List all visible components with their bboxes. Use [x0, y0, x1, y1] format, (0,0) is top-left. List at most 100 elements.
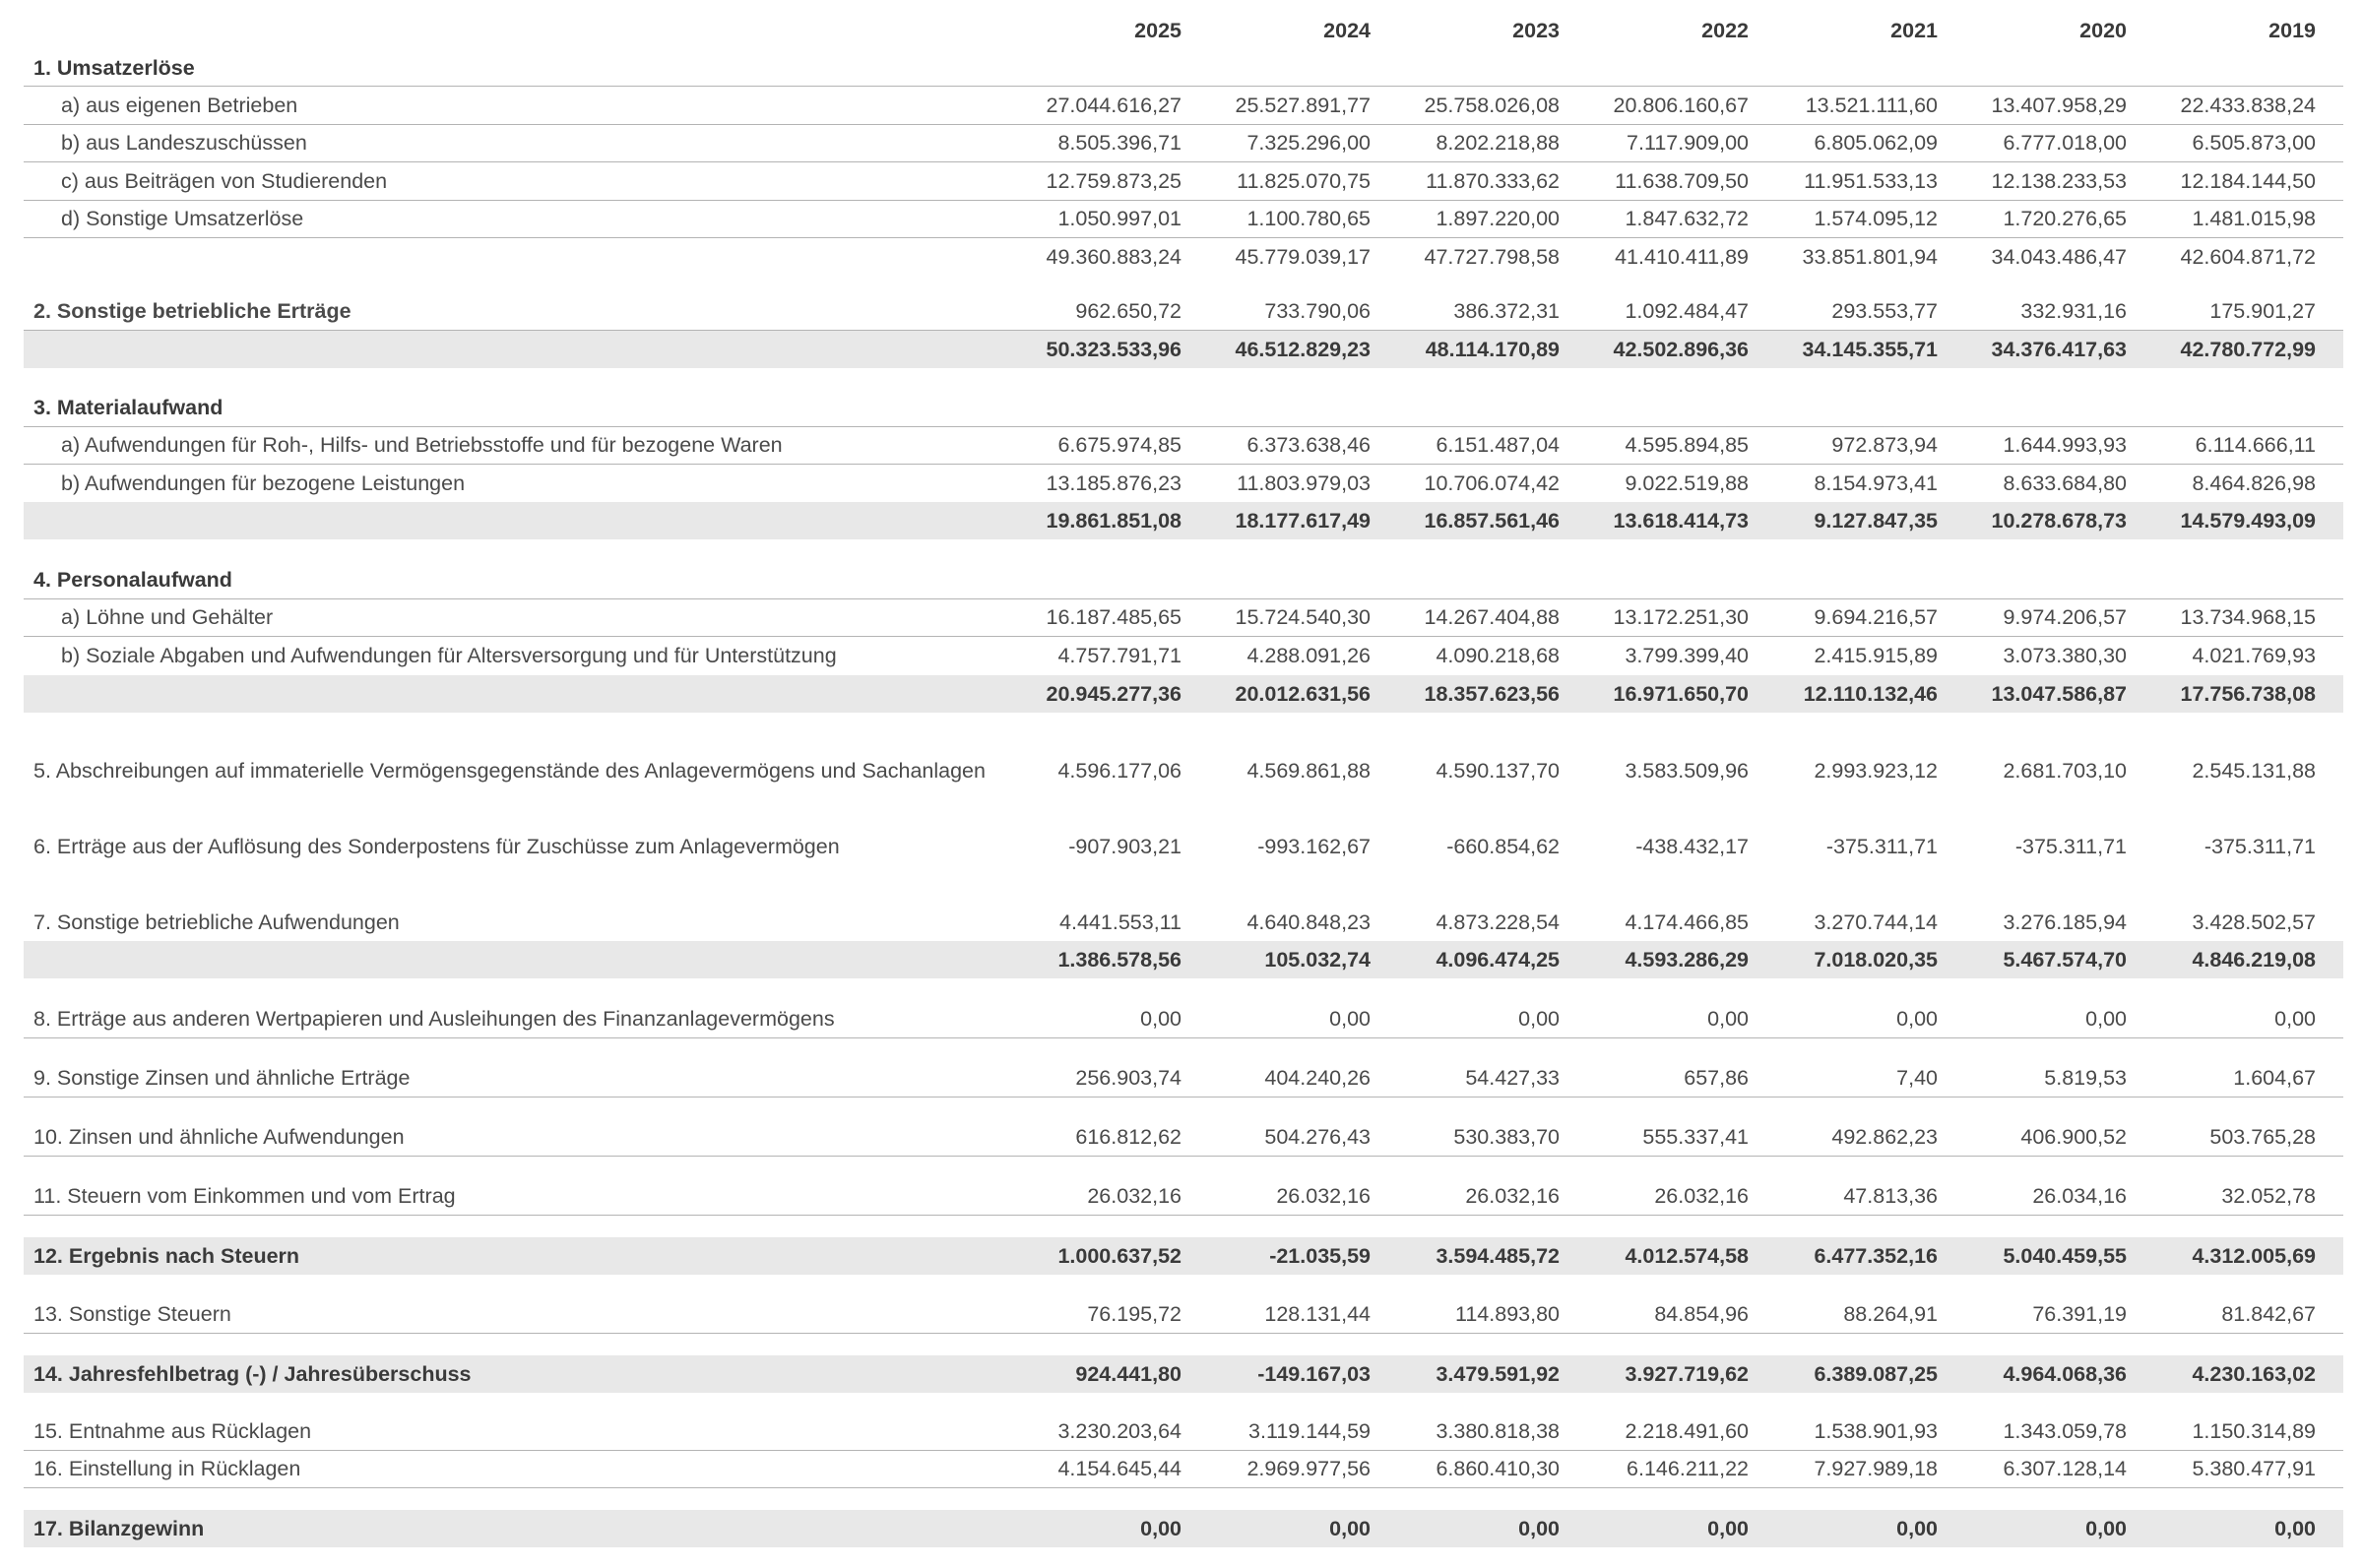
cell-2019: 5.380.477,91: [2192, 1457, 2316, 1480]
cell-2023: 14.267.404,88: [1424, 605, 1561, 629]
cell-2025: 4.757.791,71: [1057, 643, 1182, 667]
table-row: 11. Steuern vom Einkommen und vom Ertrag…: [24, 1178, 2343, 1216]
cell-2024: 20.012.631,56: [1235, 681, 1372, 706]
cell-2022: 3.799.399,40: [1625, 643, 1749, 667]
cell-2024: 1.100.780,65: [1246, 207, 1371, 230]
cell-2020: 76.391,19: [2032, 1302, 2127, 1326]
row-label: 3. Materialaufwand: [33, 396, 224, 419]
cell-2021: 0,00: [1896, 1516, 1938, 1540]
subtotal-row: 20.945.277,36 20.012.631,56 18.357.623,56 1…: [24, 675, 2343, 713]
cell-2019: 1.604,67: [2233, 1066, 2316, 1090]
cell-2021: 0,00: [1896, 1007, 1938, 1031]
cell-2024: 404.240,26: [1264, 1066, 1371, 1090]
cell-2021: 1.538.901,93: [1814, 1419, 1938, 1443]
year-2021: 2021: [1890, 18, 1938, 42]
cell-2020: 5.467.574,70: [2003, 947, 2127, 972]
cell-2021: 34.145.355,71: [1802, 337, 1939, 361]
cell-2025: 12.759.873,25: [1046, 169, 1182, 193]
cell-2025: 6.675.974,85: [1057, 433, 1182, 457]
cell-2025: 4.596.177,06: [1057, 758, 1182, 783]
cell-2024: 4.640.848,23: [1246, 909, 1371, 934]
cell-2019: 1.150.314,89: [2192, 1419, 2316, 1443]
cell-2020: 332.931,16: [2020, 299, 2127, 323]
row-label: a) Löhne und Gehälter: [61, 605, 274, 629]
cell-2019: 22.433.838,24: [2180, 94, 2317, 117]
cell-2023: 3.594.485,72: [1436, 1243, 1560, 1268]
cell-2025: 0,00: [1140, 1516, 1182, 1540]
cell-2024: 11.803.979,03: [1237, 470, 1371, 495]
cell-2021: 7.018.020,35: [1814, 947, 1938, 972]
cell-2025: 4.154.645,44: [1057, 1457, 1182, 1480]
cell-2019: 13.734.968,15: [2180, 605, 2317, 629]
cell-2022: 7.117.909,00: [1627, 131, 1749, 155]
cell-2020: 0,00: [2085, 1516, 2127, 1540]
cell-2023: 0,00: [1518, 1007, 1560, 1031]
cell-2025: 3.230.203,64: [1057, 1419, 1182, 1443]
cell-2024: 7.325.296,00: [1246, 131, 1371, 155]
cell-2025: 256.903,74: [1075, 1066, 1182, 1090]
cell-2020: 3.276.185,94: [2003, 909, 2127, 934]
table-row: 5. Abschreibungen auf immaterielle Vermö…: [24, 752, 2343, 789]
cell-2021: 47.813,36: [1843, 1184, 1938, 1208]
year-2022: 2022: [1701, 18, 1749, 42]
subtotal-row: 19.861.851,08 18.177.617,49 16.857.561,46 1…: [24, 502, 2343, 539]
cell-2022: 3.583.509,96: [1625, 758, 1749, 783]
cell-2019: 3.428.502,57: [2192, 909, 2316, 934]
table-row: 12. Ergebnis nach Steuern 1.000.637,52 -21…: [24, 1237, 2343, 1275]
row-label: 17. Bilanzgewinn: [33, 1516, 205, 1540]
cell-2023: 8.202.218,88: [1436, 131, 1560, 155]
cell-2024: 504.276,43: [1264, 1125, 1371, 1149]
cell-2024: -149.167,03: [1257, 1361, 1371, 1386]
table-row: 16. Einstellung in Rücklagen 4.154.645,44…: [24, 1451, 2343, 1488]
cell-2021: 6.805.062,09: [1814, 131, 1938, 155]
table-row: 10. Zinsen und ähnliche Aufwendungen 616.…: [24, 1119, 2343, 1157]
cell-2024: -21.035,59: [1269, 1243, 1371, 1268]
cell-2023: 25.758.026,08: [1424, 94, 1561, 117]
table-row: 17. Bilanzgewinn 0,00 0,00 0,00 0,00 0,00 0,00…: [24, 1510, 2343, 1547]
cell-2019: 8.464.826,98: [2192, 470, 2316, 495]
cell-2022: 0,00: [1707, 1007, 1749, 1031]
cell-2022: 1.092.484,47: [1625, 299, 1749, 323]
cell-2021: 11.951.533,13: [1804, 169, 1938, 193]
table-row: c) aus Beiträgen von Studierenden 12.759.…: [24, 163, 2343, 201]
cell-2023: 11.870.333,62: [1426, 169, 1560, 193]
cell-2021: 7,40: [1896, 1066, 1938, 1090]
cell-2020: 10.278.678,73: [1991, 508, 2128, 533]
cell-2023: -660.854,62: [1446, 834, 1560, 858]
cell-2023: 0,00: [1518, 1516, 1560, 1540]
row-label: 7. Sonstige betriebliche Aufwendungen: [33, 909, 400, 934]
cell-2023: 6.151.487,04: [1436, 433, 1560, 457]
cell-2024: 46.512.829,23: [1235, 337, 1372, 361]
table-row: 15. Entnahme aus Rücklagen 3.230.203,64 3.…: [24, 1413, 2343, 1451]
cell-2019: 6.114.666,11: [2195, 433, 2316, 457]
cell-2021: 6.389.087,25: [1814, 1361, 1938, 1386]
table-row: 9. Sonstige Zinsen und ähnliche Erträge 2…: [24, 1060, 2343, 1098]
cell-2020: 12.138.233,53: [1991, 169, 2128, 193]
cell-2020: 6.777.018,00: [2003, 131, 2127, 155]
cell-2025: 616.812,62: [1075, 1125, 1182, 1149]
cell-2023: 18.357.623,56: [1424, 681, 1561, 706]
cell-2022: 41.410.411,89: [1615, 244, 1749, 269]
cell-2019: 17.756.738,08: [2180, 681, 2317, 706]
table-row: d) Sonstige Umsatzerlöse 1.050.997,01 1.10…: [24, 201, 2343, 238]
cell-2021: -375.311,71: [1825, 834, 1938, 858]
cell-2019: -375.311,71: [2203, 834, 2316, 858]
cell-2024: 6.373.638,46: [1246, 433, 1371, 457]
cell-2025: -907.903,21: [1068, 834, 1182, 858]
year-2025: 2025: [1134, 18, 1182, 42]
cell-2023: 114.893,80: [1454, 1302, 1560, 1326]
cell-2020: 9.974.206,57: [2003, 605, 2127, 629]
cell-2022: 20.806.160,67: [1613, 94, 1750, 117]
cell-2022: 13.172.251,30: [1613, 605, 1750, 629]
cell-2022: 6.146.211,22: [1627, 1457, 1749, 1480]
cell-2025: 0,00: [1140, 1007, 1182, 1031]
cell-2020: -375.311,71: [2014, 834, 2127, 858]
cell-2025: 27.044.616,27: [1046, 94, 1182, 117]
cell-2019: 4.312.005,69: [2192, 1243, 2316, 1268]
cell-2024: 25.527.891,77: [1235, 94, 1372, 117]
row-label: a) Aufwendungen für Roh-, Hilfs- und Bet…: [61, 433, 783, 457]
cell-2022: 16.971.650,70: [1613, 681, 1750, 706]
cell-2022: 9.022.519,88: [1625, 470, 1749, 495]
cell-2020: 34.043.486,47: [1991, 244, 2128, 269]
row-label: 15. Entnahme aus Rücklagen: [33, 1419, 312, 1443]
